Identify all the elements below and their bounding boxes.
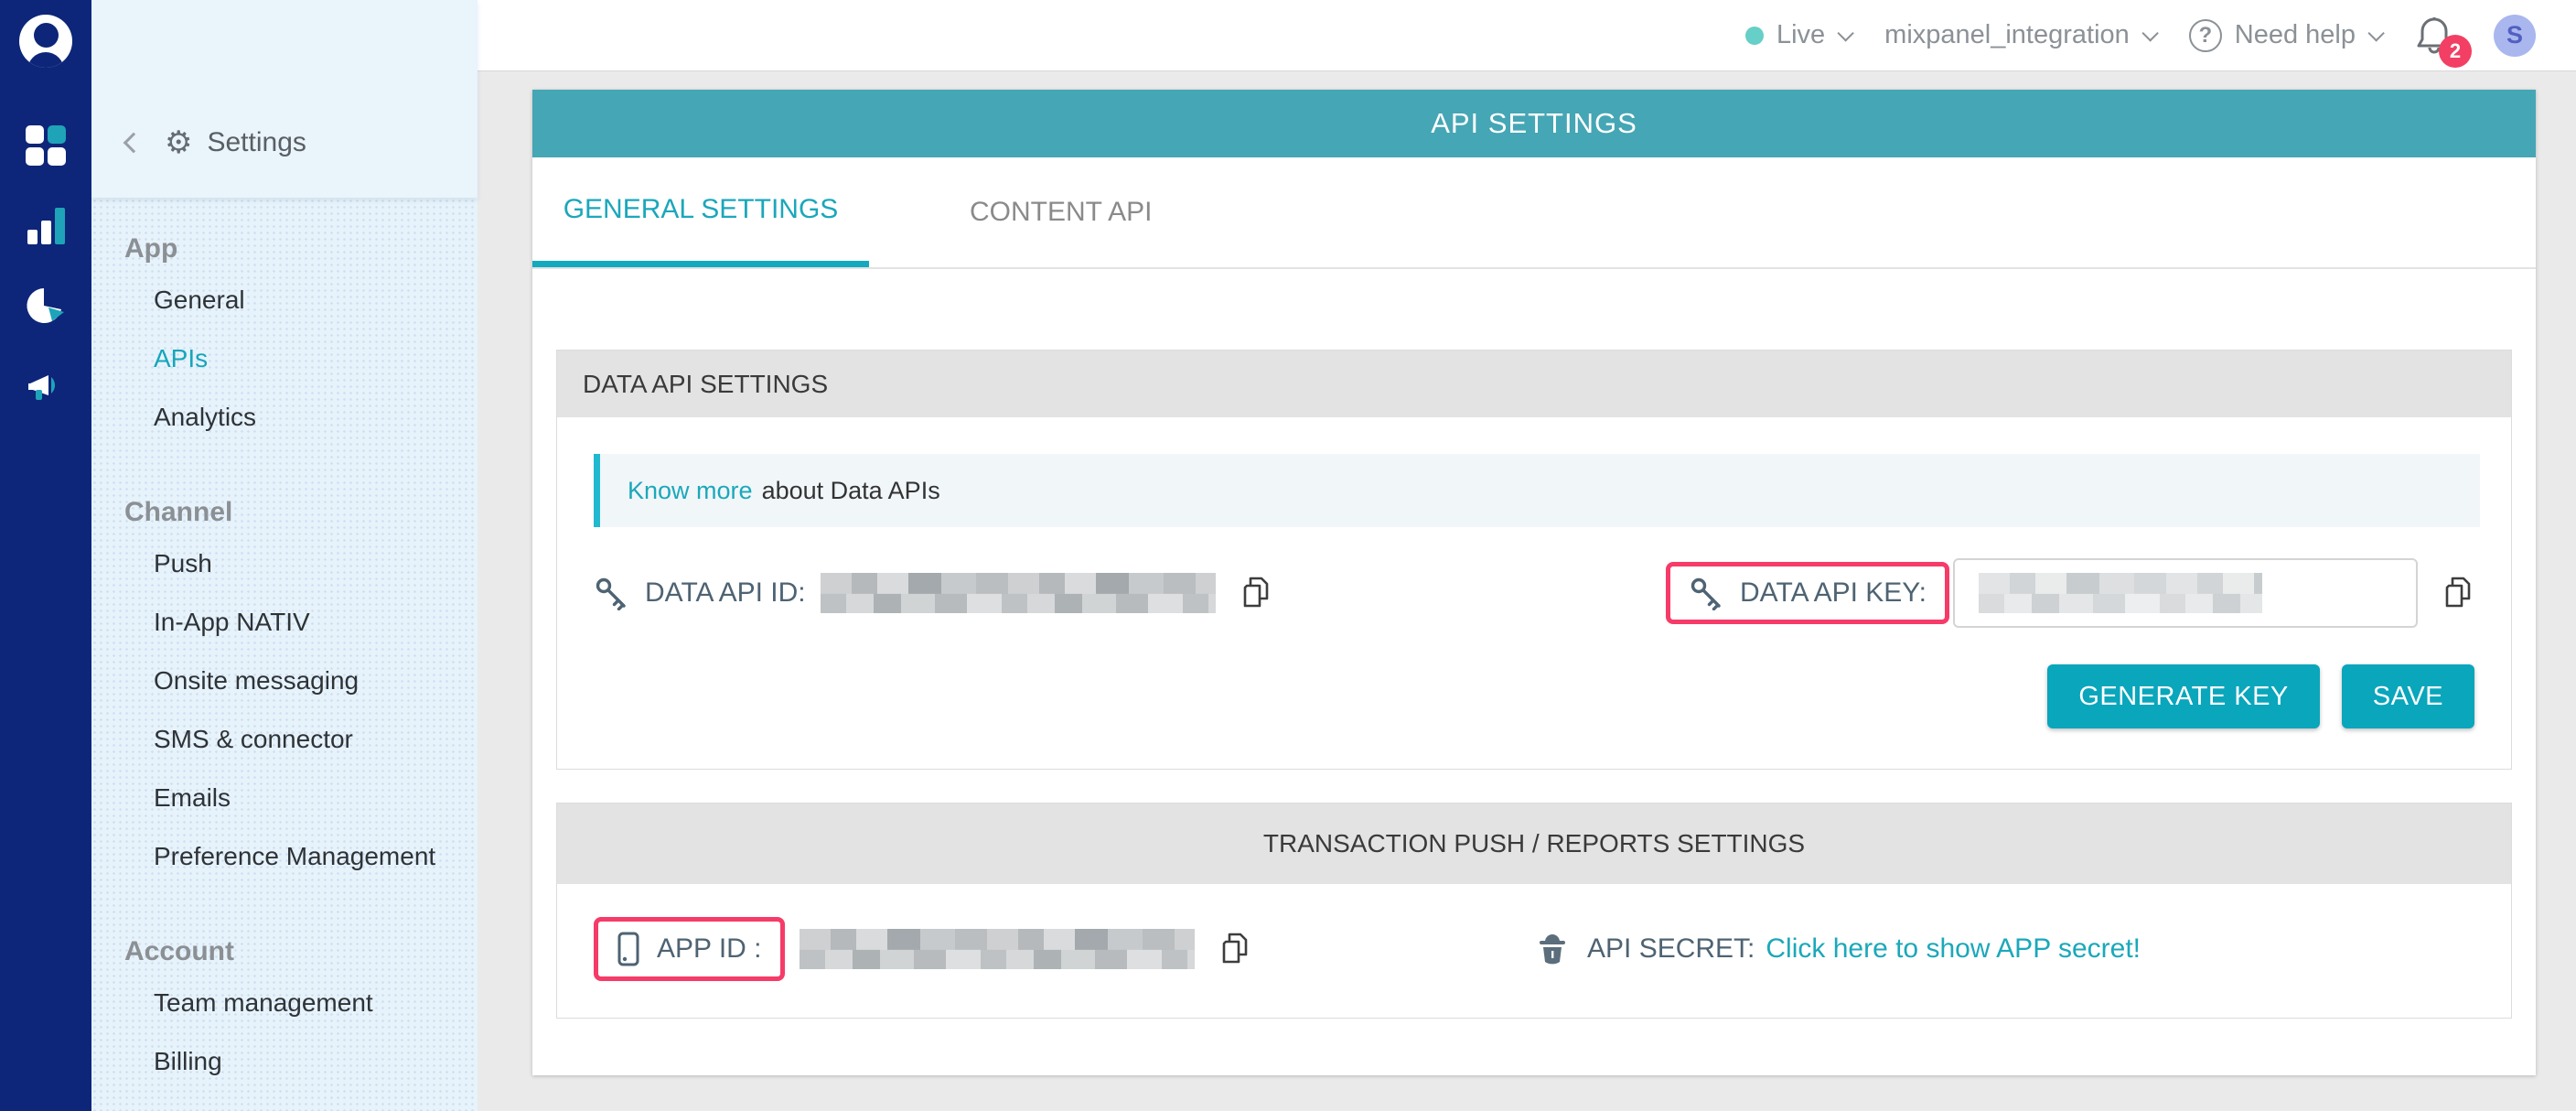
settings-nav: App General APIs Analytics Channel Push … (91, 198, 478, 1111)
campaigns-megaphone-icon[interactable] (25, 366, 67, 408)
api-settings-header: API SETTINGS (532, 90, 2536, 157)
tab-general-settings[interactable]: GENERAL SETTINGS (532, 157, 869, 267)
chevron-down-icon (1838, 25, 1854, 41)
top-bar: Live mixpanel_integration ? Need help 2 … (478, 0, 2576, 71)
data-api-id-label: DATA API ID: (645, 577, 806, 609)
save-button[interactable]: SAVE (2342, 664, 2474, 728)
api-secret-row: API SECRET: Click here to show APP secre… (1534, 931, 2474, 967)
secret-spy-icon (1534, 931, 1571, 967)
settings-sidebar-header: ⚙ Settings (91, 0, 478, 198)
segments-pie-icon[interactable] (25, 286, 67, 328)
data-api-settings-section: DATA API SETTINGS Know more about Data A… (556, 350, 2512, 770)
app-id-highlight-box: APP ID : (594, 917, 785, 981)
page-title: API SETTINGS (1431, 107, 1637, 140)
nav-section-account: Account (91, 930, 478, 974)
need-help-menu[interactable]: ? Need help (2189, 19, 2380, 52)
key-icon (1689, 576, 1723, 610)
brand-logo-icon[interactable] (19, 15, 72, 68)
analytics-bars-icon[interactable] (25, 205, 67, 247)
environment-selector[interactable]: Live (1745, 20, 1850, 50)
sidebar-item-emails[interactable]: Emails (91, 769, 478, 827)
data-api-settings-title: DATA API SETTINGS (557, 351, 2511, 417)
api-settings-card: API SETTINGS GENERAL SETTINGS CONTENT AP… (532, 90, 2536, 1075)
sidebar-item-inapp-nativ[interactable]: In-App NATIV (91, 593, 478, 652)
transaction-push-section: TRANSACTION PUSH / REPORTS SETTINGS APP … (556, 803, 2512, 1019)
workspace-name: mixpanel_integration (1884, 20, 2130, 50)
app-id-row: APP ID : (594, 917, 1534, 981)
environment-label: Live (1776, 20, 1825, 50)
settings-sidebar: ⚙ Settings App General APIs Analytics Ch… (91, 0, 478, 1111)
app-rail (0, 0, 91, 1111)
generate-key-button[interactable]: GENERATE KEY (2047, 664, 2319, 728)
sidebar-item-billing[interactable]: Billing (91, 1032, 478, 1091)
data-api-id-row: DATA API ID: (594, 573, 1666, 613)
workspace-selector[interactable]: mixpanel_integration (1884, 20, 2154, 50)
sidebar-item-sms-connector[interactable]: SMS & connector (91, 710, 478, 769)
notification-count-badge: 2 (2439, 35, 2472, 68)
know-more-link[interactable]: Know more (628, 477, 753, 505)
nav-section-app: App (91, 227, 478, 271)
copy-data-api-key-button[interactable] (2442, 575, 2474, 611)
sidebar-item-general[interactable]: General (91, 271, 478, 329)
gear-icon: ⚙ (165, 127, 192, 158)
dashboard-grid-icon[interactable] (25, 124, 67, 167)
chevron-down-icon (2141, 25, 2158, 41)
sidebar-item-push[interactable]: Push (91, 534, 478, 593)
app-id-masked-value (800, 929, 1195, 969)
data-api-key-input[interactable] (1953, 558, 2418, 628)
tab-content-api[interactable]: CONTENT API (869, 157, 1234, 267)
api-settings-tabs: GENERAL SETTINGS CONTENT API (532, 157, 2536, 269)
nav-section-channel: Channel (91, 491, 478, 534)
data-api-key-highlight-box: DATA API KEY: (1666, 562, 1949, 624)
sidebar-item-apis[interactable]: APIs (91, 329, 478, 388)
data-api-key-row: DATA API KEY: (1666, 558, 2474, 628)
data-api-info-banner: Know more about Data APIs (594, 454, 2480, 527)
chevron-down-icon (2367, 25, 2384, 41)
data-api-key-label: DATA API KEY: (1740, 577, 1927, 609)
app-id-label: APP ID : (657, 933, 762, 965)
copy-app-id-button[interactable] (1218, 931, 1251, 967)
help-question-icon: ? (2189, 19, 2222, 52)
data-api-id-masked-value (821, 573, 1216, 613)
back-chevron-icon[interactable] (123, 133, 145, 154)
info-banner-text: about Data APIs (762, 477, 940, 505)
mobile-phone-icon (617, 931, 640, 967)
sidebar-item-analytics[interactable]: Analytics (91, 388, 478, 447)
settings-title: Settings (207, 127, 306, 158)
sidebar-item-onsite-messaging[interactable]: Onsite messaging (91, 652, 478, 710)
data-api-key-masked-value (1979, 573, 2262, 613)
copy-data-api-id-button[interactable] (1240, 575, 1272, 611)
notifications-button[interactable]: 2 (2415, 15, 2453, 57)
live-status-dot-icon (1745, 27, 1764, 45)
sidebar-item-team-management[interactable]: Team management (91, 974, 478, 1032)
user-avatar[interactable]: S (2494, 15, 2536, 57)
show-app-secret-link[interactable]: Click here to show APP secret! (1766, 933, 2141, 965)
key-icon (594, 576, 628, 610)
transaction-push-title: TRANSACTION PUSH / REPORTS SETTINGS (557, 804, 2511, 884)
sidebar-item-preference-management[interactable]: Preference Management (91, 827, 478, 886)
need-help-label: Need help (2235, 20, 2356, 50)
api-secret-label: API SECRET: (1587, 933, 1755, 965)
